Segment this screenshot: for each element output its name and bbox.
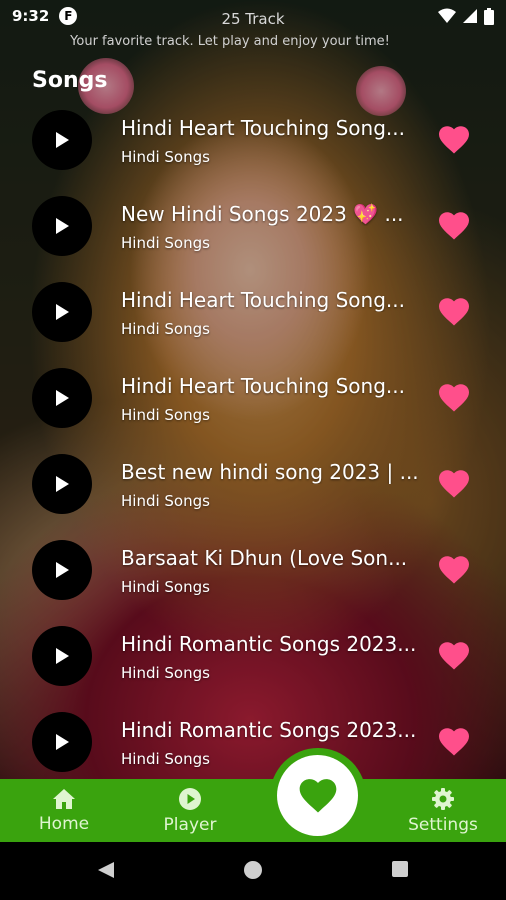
play-icon (56, 390, 69, 406)
play-button[interactable] (32, 196, 92, 256)
play-button[interactable] (32, 454, 92, 514)
home-icon (53, 788, 75, 809)
song-title: Barsaat Ki Dhun (Love Son... (121, 546, 408, 570)
song-row[interactable]: Hindi Romantic Songs 2023... Hindi Songs (0, 620, 506, 692)
back-icon[interactable] (96, 860, 116, 880)
nav-player-label: Player (163, 814, 217, 835)
heart-icon[interactable] (436, 638, 472, 674)
song-row[interactable]: Hindi Heart Touching Song... Hindi Songs (0, 276, 506, 348)
play-button[interactable] (32, 712, 92, 772)
song-title: Hindi Heart Touching Song... (121, 374, 405, 398)
song-subtitle: Hindi Songs (121, 578, 210, 596)
song-row[interactable]: Hindi Romantic Songs 2023... Hindi Songs (0, 706, 506, 778)
play-icon (56, 562, 69, 578)
song-subtitle: Hindi Songs (121, 492, 210, 510)
nav-settings[interactable]: Settings (400, 779, 486, 842)
song-title: Best new hindi song 2023 | ... (121, 460, 419, 484)
heart-icon[interactable] (436, 380, 472, 416)
song-subtitle: Hindi Songs (121, 148, 210, 166)
nav-home-label: Home (38, 813, 90, 834)
heart-icon[interactable] (436, 466, 472, 502)
home-circle-icon[interactable] (243, 860, 263, 880)
play-button[interactable] (32, 626, 92, 686)
song-subtitle: Hindi Songs (121, 406, 210, 424)
play-button[interactable] (32, 368, 92, 428)
system-nav-bar (0, 842, 506, 900)
song-title: Hindi Romantic Songs 2023... (121, 632, 417, 656)
song-title: New Hindi Songs 2023 💖 ... (121, 202, 404, 226)
song-subtitle: Hindi Songs (121, 234, 210, 252)
play-icon (56, 304, 69, 320)
play-icon (56, 648, 69, 664)
song-title: Hindi Heart Touching Song... (121, 116, 405, 140)
nav-home[interactable]: Home (26, 779, 102, 842)
track-count: 25 Track (221, 10, 285, 28)
song-title: Hindi Romantic Songs 2023... (121, 718, 417, 742)
favorites-fab[interactable] (277, 755, 358, 836)
song-subtitle: Hindi Songs (121, 664, 210, 682)
song-title: Hindi Heart Touching Song... (121, 288, 405, 312)
heart-icon (299, 778, 336, 812)
nav-player[interactable]: Player (152, 779, 228, 842)
nav-settings-label: Settings (408, 814, 478, 835)
heart-icon[interactable] (436, 294, 472, 330)
header-subtitle: Your favorite track. Let play and enjoy … (70, 34, 390, 49)
song-row[interactable]: Hindi Heart Touching Song... Hindi Songs (0, 104, 506, 176)
heart-icon[interactable] (436, 552, 472, 588)
play-icon (56, 734, 69, 750)
song-row[interactable]: Barsaat Ki Dhun (Love Son... Hindi Songs (0, 534, 506, 606)
play-button[interactable] (32, 282, 92, 342)
section-title: Songs (32, 68, 108, 93)
bottom-nav: Home Player Settings (0, 779, 506, 842)
song-subtitle: Hindi Songs (121, 750, 210, 768)
song-subtitle: Hindi Songs (121, 320, 210, 338)
heart-icon[interactable] (436, 122, 472, 158)
play-icon (56, 132, 69, 148)
song-row[interactable]: New Hindi Songs 2023 💖 ... Hindi Songs (0, 190, 506, 262)
play-icon (56, 218, 69, 234)
song-row[interactable]: Hindi Heart Touching Song... Hindi Songs (0, 362, 506, 434)
play-icon (56, 476, 69, 492)
play-button[interactable] (32, 110, 92, 170)
heart-icon[interactable] (436, 208, 472, 244)
song-row[interactable]: Best new hindi song 2023 | ... Hindi Son… (0, 448, 506, 520)
play-button[interactable] (32, 540, 92, 600)
recents-icon[interactable] (391, 860, 409, 878)
play-circle-icon (179, 787, 201, 810)
gear-icon (432, 787, 454, 810)
heart-icon[interactable] (436, 724, 472, 760)
